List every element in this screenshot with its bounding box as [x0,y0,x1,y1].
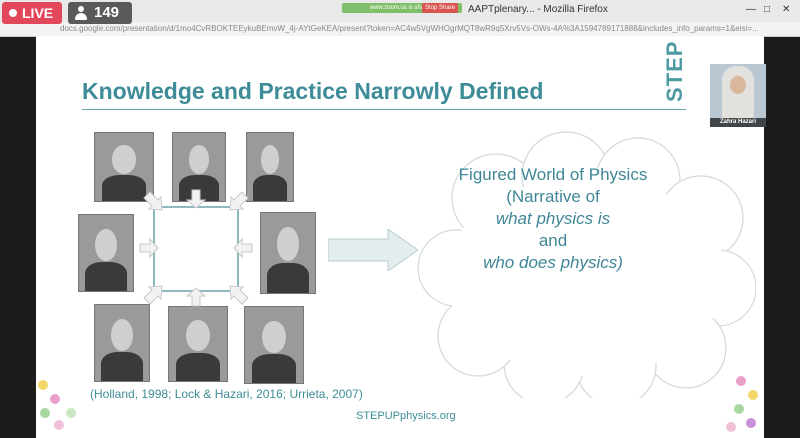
stop-share-button[interactable]: Stop Share [422,3,458,13]
citation-text: (Holland, 1998; Lock & Hazari, 2016; Urr… [90,387,363,401]
decor-dot [748,390,758,400]
cloud-line-1: Figured World of Physics [458,165,648,184]
presenter-webcam: Zahra Hazari [710,64,766,127]
maximize-icon[interactable]: □ [764,4,770,15]
portrait-photo-8 [244,306,304,384]
portrait-photo-6 [94,304,150,382]
site-url: STEPUPphysics.org [356,410,456,422]
window-title: AAPTplenary... - Mozilla Firefox [468,4,608,15]
decor-dot [726,422,736,432]
arrow-topright-icon [229,191,249,211]
url-text: docs.google.com/presentation/d/1mo4CvRBO… [60,24,759,33]
decor-dot [38,380,48,390]
stepup-logo-text: STEP UP [662,36,687,102]
arrow-bottomright-icon [229,285,249,305]
arrow-right-icon [233,237,253,259]
cloud-line-3: what physics is [495,209,611,228]
arrow-topleft-icon [143,191,163,211]
decor-dot [734,404,744,414]
cloud-line-2: (Narrative of [506,187,600,206]
portrait-photo-4 [78,214,134,292]
decor-dot [54,420,64,430]
cloud-line-4: and [538,231,568,250]
decor-dot [746,418,756,428]
arrow-bottomleft-icon [143,285,163,305]
live-label: LIVE [22,5,54,21]
portrait-photo-7 [168,306,228,382]
big-right-arrow-icon [328,229,418,271]
slide-title: Knowledge and Practice Narrowly Defined [82,78,544,104]
live-dot-icon [9,9,17,17]
cloud-line-5: who does physics) [483,253,623,272]
inward-arrows [139,189,253,307]
close-icon[interactable]: ✕ [782,4,790,15]
decor-dot [40,408,50,418]
presenter-name: Zahra Hazari [710,118,766,127]
arrow-bottom-icon [185,287,207,307]
cloud-text: Figured World of Physics (Narrative of w… [408,164,698,274]
viewer-count: 149 [94,4,120,21]
decor-dot [66,408,76,418]
title-divider [82,109,686,110]
presentation-slide: Knowledge and Practice Narrowly Defined … [36,36,764,438]
viewer-person-icon [74,6,88,20]
address-bar[interactable]: docs.google.com/presentation/d/1mo4CvRBO… [0,22,800,37]
arrow-left-icon [139,237,159,259]
viewer-count-badge: 149 [68,2,132,24]
arrow-top-icon [185,189,207,209]
decor-dot [50,394,60,404]
portrait-photo-5 [260,212,316,294]
live-badge: LIVE [2,2,62,24]
minimize-icon[interactable]: — [746,4,756,15]
decor-dot [736,376,746,386]
